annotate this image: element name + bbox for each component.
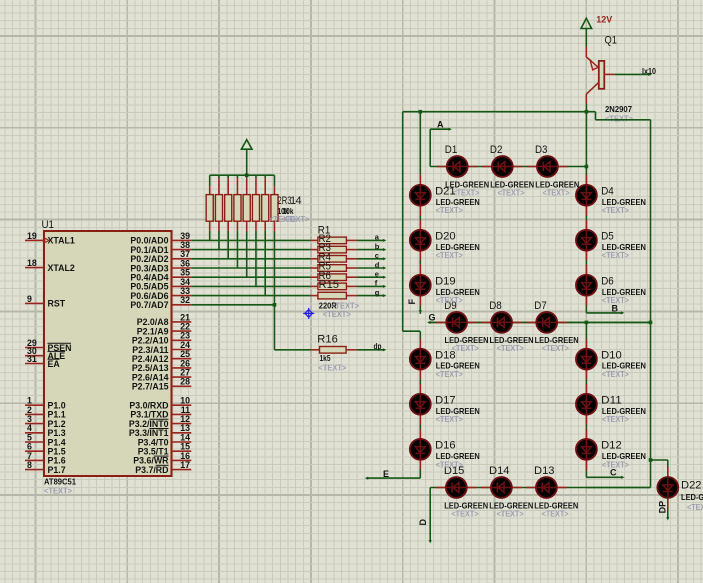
svg-text:F: F	[407, 299, 417, 305]
svg-text:<TEXT>: <TEXT>	[452, 188, 479, 197]
svg-text:<TEXT>: <TEXT>	[436, 251, 463, 260]
svg-text:RST: RST	[48, 299, 66, 309]
svg-text:D8: D8	[489, 300, 502, 312]
svg-text:D16: D16	[435, 440, 456, 452]
svg-text:D12: D12	[601, 440, 622, 452]
svg-text:XTAL2: XTAL2	[48, 263, 75, 273]
svg-text:P2.7/A15: P2.7/A15	[132, 382, 169, 392]
svg-text:<TEXT>: <TEXT>	[605, 114, 633, 123]
svg-text:D17: D17	[435, 394, 456, 406]
svg-text:<TEXT>: <TEXT>	[497, 344, 524, 353]
svg-text:28: 28	[180, 377, 190, 387]
svg-text:<TEXT>: <TEXT>	[687, 503, 703, 512]
svg-text:D2: D2	[490, 144, 503, 156]
svg-text:lx10: lx10	[642, 67, 656, 76]
svg-text:<TEXT>: <TEXT>	[323, 310, 351, 319]
svg-text:c: c	[375, 251, 379, 260]
svg-text:<TEXT>: <TEXT>	[542, 344, 569, 353]
svg-text:19: 19	[27, 231, 37, 241]
svg-text:D: D	[418, 519, 428, 526]
svg-text:18: 18	[27, 258, 37, 268]
svg-text:<TEXT>: <TEXT>	[44, 487, 72, 496]
svg-text:AT89C51: AT89C51	[44, 476, 76, 486]
svg-text:D22: D22	[681, 479, 702, 491]
svg-text:<TEXT>: <TEXT>	[542, 509, 569, 518]
svg-text:<TEXT>: <TEXT>	[452, 509, 479, 518]
svg-text:D19: D19	[435, 275, 456, 287]
svg-text:<TEXT>: <TEXT>	[318, 364, 346, 373]
svg-text:9: 9	[27, 294, 32, 304]
svg-text:D6: D6	[601, 275, 614, 287]
svg-text:1k5: 1k5	[320, 353, 331, 363]
svg-text:b: b	[375, 242, 380, 251]
svg-text:<TEXT>: <TEXT>	[436, 206, 463, 215]
svg-text:d: d	[375, 260, 380, 269]
svg-text:D1: D1	[445, 144, 458, 156]
svg-text:<TEXT>: <TEXT>	[602, 206, 629, 215]
svg-text:D20: D20	[435, 230, 456, 242]
svg-text:D14: D14	[489, 465, 510, 477]
svg-text:D11: D11	[601, 394, 622, 406]
svg-text:<TEXT>: <TEXT>	[602, 296, 629, 305]
svg-text:17: 17	[180, 460, 190, 470]
svg-text:<TEXT>: <TEXT>	[602, 415, 629, 424]
svg-text:g: g	[375, 288, 380, 297]
svg-text:Q1: Q1	[605, 35, 618, 47]
svg-text:<TEXT>: <TEXT>	[497, 509, 524, 518]
svg-text:P1.7: P1.7	[48, 465, 66, 475]
svg-text:EA: EA	[48, 359, 61, 369]
svg-text:DP: DP	[657, 501, 667, 514]
svg-text:R16: R16	[317, 333, 338, 345]
svg-text:E: E	[383, 469, 389, 479]
svg-text:31: 31	[27, 354, 37, 364]
svg-text:D7: D7	[534, 300, 547, 312]
svg-text:<TEXT>: <TEXT>	[282, 215, 310, 224]
svg-text:LED-GREEN: LED-GREEN	[681, 493, 703, 502]
svg-text:U1: U1	[42, 219, 55, 231]
svg-text:<TEXT>: <TEXT>	[602, 460, 629, 469]
svg-text:8: 8	[27, 460, 32, 470]
svg-text:D3: D3	[535, 144, 548, 156]
svg-text:XTAL1: XTAL1	[48, 236, 75, 246]
svg-text:12V: 12V	[596, 14, 612, 24]
svg-text:<TEXT>: <TEXT>	[602, 370, 629, 379]
svg-text:<TEXT>: <TEXT>	[452, 344, 479, 353]
svg-text:D10: D10	[601, 349, 622, 361]
svg-text:dp: dp	[374, 341, 382, 351]
svg-text:P0.7/AD7: P0.7/AD7	[130, 300, 168, 310]
svg-text:<TEXT>: <TEXT>	[436, 370, 463, 379]
svg-text:G: G	[429, 313, 436, 323]
svg-text:D5: D5	[601, 230, 614, 242]
svg-text:e: e	[375, 270, 379, 279]
svg-text:R15: R15	[319, 279, 340, 291]
svg-text:<TEXT>: <TEXT>	[498, 188, 525, 197]
svg-text:32: 32	[180, 295, 190, 305]
svg-text:A: A	[437, 120, 444, 130]
svg-text:P3.7/RD: P3.7/RD	[135, 465, 168, 475]
svg-text:2N2907: 2N2907	[605, 104, 632, 114]
svg-text:D4: D4	[601, 185, 614, 197]
svg-text:<TEXT>: <TEXT>	[436, 296, 463, 305]
svg-text:D13: D13	[534, 465, 555, 477]
svg-text:<TEXT>: <TEXT>	[602, 251, 629, 260]
svg-text:<TEXT>: <TEXT>	[436, 460, 463, 469]
svg-text:D21: D21	[435, 185, 456, 197]
svg-text:D18: D18	[435, 349, 456, 361]
svg-text:4: 4	[296, 195, 302, 207]
svg-text:<TEXT>: <TEXT>	[543, 188, 570, 197]
svg-text:<TEXT>: <TEXT>	[436, 415, 463, 424]
